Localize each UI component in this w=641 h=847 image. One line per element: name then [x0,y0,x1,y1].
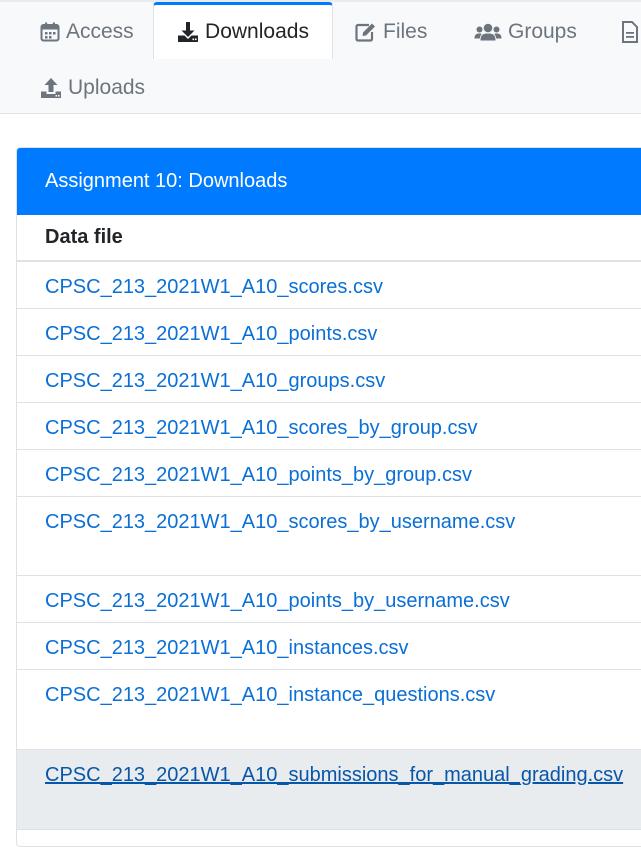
tab-access[interactable]: Access [40,4,134,60]
edit-icon [355,22,377,42]
file-link-instances[interactable]: CPSC_213_2021W1_A10_instances.csv [45,637,409,659]
upload-icon [40,77,62,99]
tab-downloads-label: Downloads [205,20,309,43]
table-row: CPSC_213_2021W1_A10_scores_by_username.c… [17,497,641,576]
column-header-data-file: Data file [45,226,123,248]
tab-files-label: Files [383,20,428,43]
tab-groups[interactable]: Groups [474,4,577,60]
file-link-submissions-for-manual-grading[interactable]: CPSC_213_2021W1_A10_submissions_for_manu… [45,764,623,786]
file-link-points[interactable]: CPSC_213_2021W1_A10_points.csv [45,323,377,345]
download-icon [177,21,199,43]
file-link-points-by-username[interactable]: CPSC_213_2021W1_A10_points_by_username.c… [45,590,510,612]
tab-partial[interactable] [621,4,641,60]
table-row: CPSC_213_2021W1_A10_scores_by_group.csv [17,403,641,450]
tab-bar: Access Downloads Files Groups Uploads [0,0,641,114]
table-row: CPSC_213_2021W1_A10_scores.csv [17,262,641,309]
tab-downloads[interactable]: Downloads [153,2,333,59]
file-link-scores-by-username[interactable]: CPSC_213_2021W1_A10_scores_by_username.c… [45,511,515,533]
table-row: CPSC_213_2021W1_A10_points.csv [17,309,641,356]
file-link-scores[interactable]: CPSC_213_2021W1_A10_scores.csv [45,276,383,298]
table-row: CPSC_213_2021W1_A10_groups.csv [17,356,641,403]
tab-uploads[interactable]: Uploads [40,60,145,116]
file-link-groups[interactable]: CPSC_213_2021W1_A10_groups.csv [45,370,385,392]
table-row: CPSC_213_2021W1_A10_points_by_group.csv [17,450,641,497]
card-header: Assignment 10: Downloads [17,148,641,215]
calendar-icon [40,22,60,42]
file-link-scores-by-group[interactable]: CPSC_213_2021W1_A10_scores_by_group.csv [45,417,478,439]
tab-files[interactable]: Files [355,4,427,60]
table-row: CPSC_213_2021W1_A10_instances.csv [17,623,641,670]
table-row: CPSC_213_2021W1_A10_submissions_for_manu… [17,750,641,830]
file-link-instance-questions[interactable]: CPSC_213_2021W1_A10_instance_questions.c… [45,684,495,706]
table-header: Data file [17,215,641,262]
table-row: CPSC_213_2021W1_A10_instance_questions.c… [17,670,641,750]
users-icon [474,22,502,42]
tab-groups-label: Groups [508,20,577,43]
file-link-points-by-group[interactable]: CPSC_213_2021W1_A10_points_by_group.csv [45,464,472,486]
tab-access-label: Access [66,20,134,43]
table-row: CPSC_213_2021W1_A10_points_by_username.c… [17,576,641,623]
downloads-card: Assignment 10: Downloads Data file CPSC_… [16,147,641,847]
card-title: Assignment 10: Downloads [45,170,288,192]
file-icon [621,21,639,43]
tab-uploads-label: Uploads [68,76,146,99]
